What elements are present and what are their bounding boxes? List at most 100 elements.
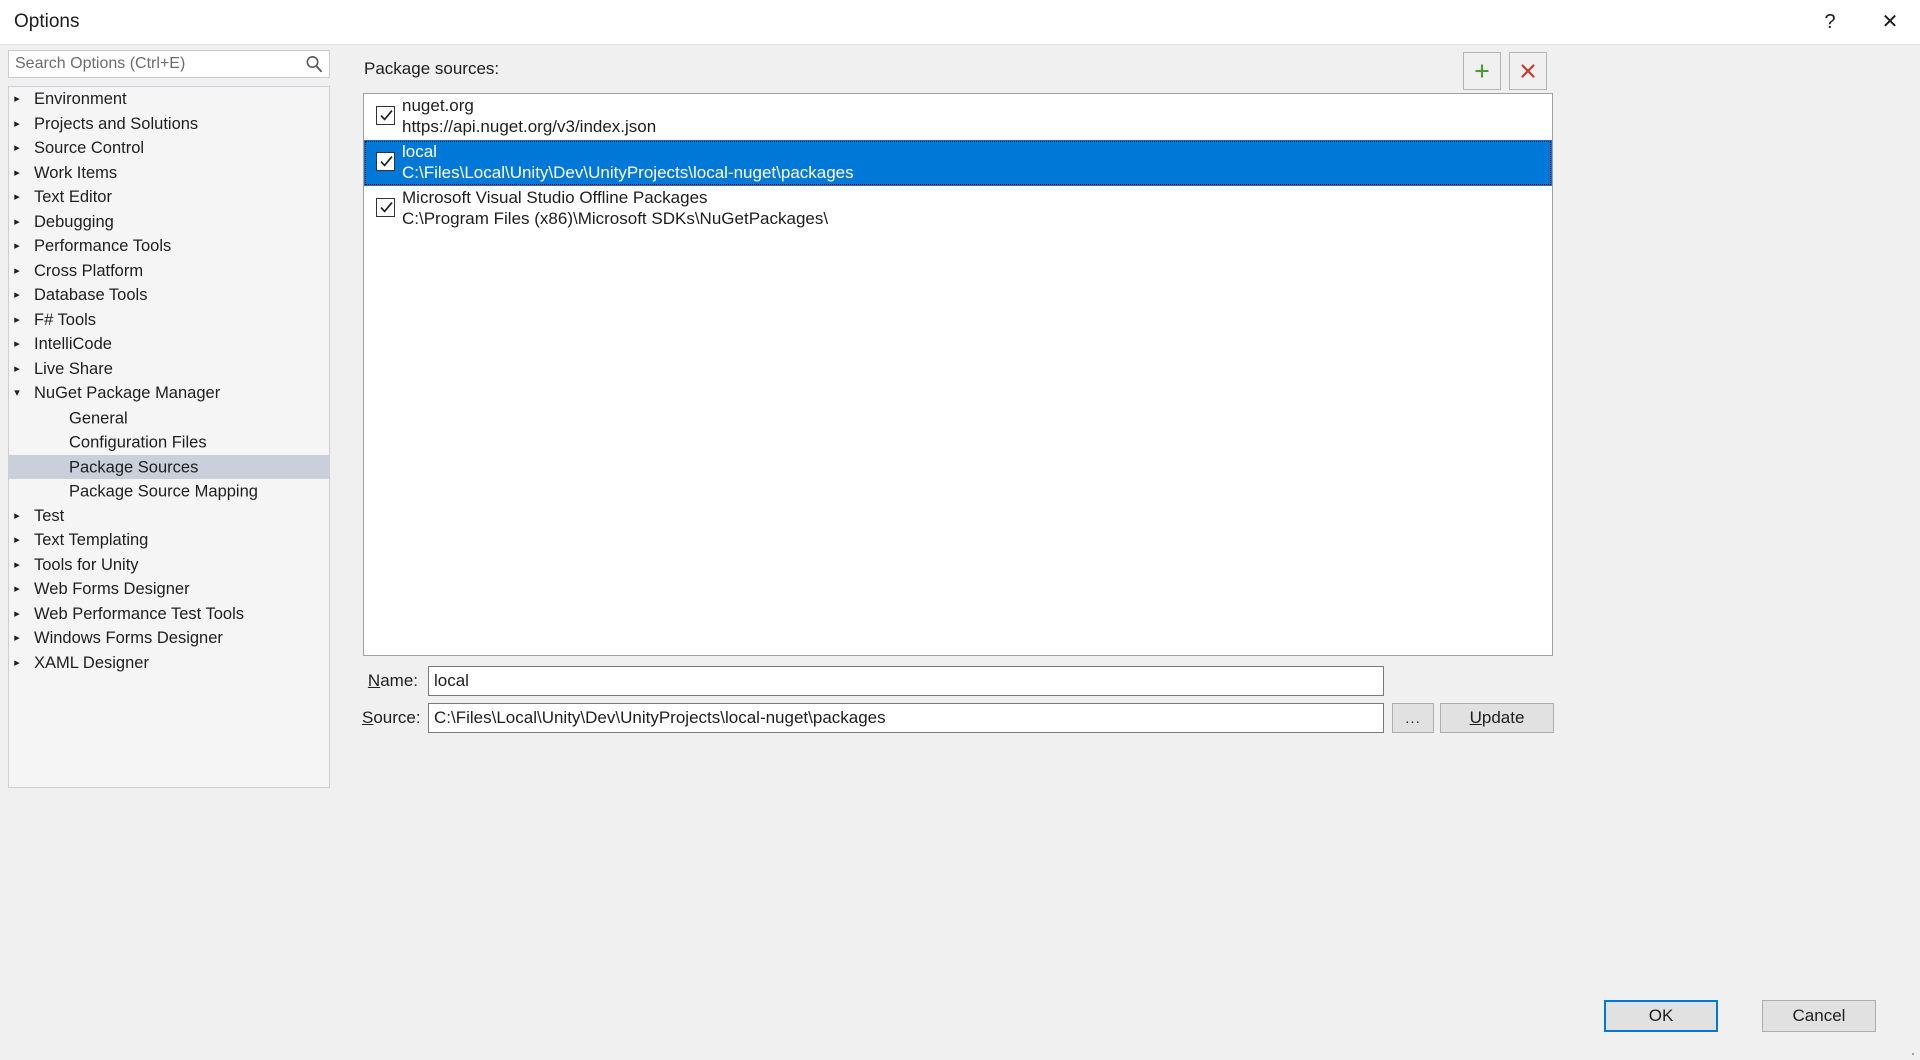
update-button[interactable]: Update <box>1440 703 1554 733</box>
chevron-right-icon[interactable]: ▸ <box>9 283 25 308</box>
chevron-right-icon[interactable]: ▸ <box>9 234 25 259</box>
tree-item-web-forms-designer[interactable]: ▸ Web Forms Designer <box>9 577 329 602</box>
package-source-url: C:\Files\Local\Unity\Dev\UnityProjects\l… <box>402 163 854 182</box>
package-sources-list[interactable]: nuget.org https://api.nuget.org/v3/index.… <box>363 93 1553 656</box>
chevron-right-icon[interactable]: ▸ <box>9 357 25 382</box>
tree-item-label: Performance Tools <box>34 237 172 256</box>
title-bar: Options ? ✕ <box>0 0 1920 45</box>
tree-item-performance-tools[interactable]: ▸ Performance Tools <box>9 234 329 259</box>
tree-item-label: Database Tools <box>34 286 148 305</box>
tree-item-work-items[interactable]: ▸ Work Items <box>9 161 329 186</box>
tree-item-live-share[interactable]: ▸ Live Share <box>9 357 329 382</box>
options-dialog: Options ? ✕ ▸ Environment ▸ Projects and So… <box>0 0 1920 1060</box>
chevron-right-icon[interactable]: ▸ <box>9 308 25 333</box>
cross-icon <box>1521 64 1535 78</box>
chevron-right-icon[interactable]: ▸ <box>9 161 25 186</box>
tree-item-label: Projects and Solutions <box>34 114 199 133</box>
tree-item-xaml-designer[interactable]: ▸ XAML Designer <box>9 651 329 676</box>
chevron-right-icon[interactable]: ▸ <box>9 185 25 210</box>
tree-item-test[interactable]: ▸ Test <box>9 504 329 529</box>
chevron-right-icon[interactable]: ▸ <box>9 651 25 676</box>
tree-item-f-tools[interactable]: ▸ F# Tools <box>9 308 329 333</box>
search-input[interactable] <box>9 51 301 77</box>
close-icon: ✕ <box>1881 11 1899 33</box>
source-label-suffix: ource: <box>373 708 421 727</box>
tree-item-label: Web Performance Test Tools <box>34 604 245 623</box>
tree-item-label: Text Templating <box>34 531 149 550</box>
browse-button[interactable]: ... <box>1392 703 1434 733</box>
tree-item-label: Debugging <box>34 212 114 231</box>
checkmark-icon <box>380 110 393 121</box>
options-tree[interactable]: ▸ Environment ▸ Projects and Solutions ▸ Sour… <box>8 86 330 788</box>
name-input[interactable] <box>428 666 1384 696</box>
tree-item-general[interactable]: General <box>9 406 329 431</box>
name-label: Name: <box>362 671 418 691</box>
cancel-button[interactable]: Cancel <box>1762 1000 1876 1032</box>
tree-item-windows-forms-designer[interactable]: ▸ Windows Forms Designer <box>9 626 329 651</box>
package-source-row[interactable]: local C:\Files\Local\Unity\Dev\UnityProje… <box>364 140 1552 186</box>
tree-item-intellicode[interactable]: ▸ IntelliCode <box>9 332 329 357</box>
tree-item-package-sources[interactable]: Package Sources <box>9 454 329 479</box>
checkmark-icon <box>380 156 393 167</box>
close-button[interactable]: ✕ <box>1862 0 1918 44</box>
package-source-checkbox[interactable] <box>376 106 395 125</box>
remove-package-source-button[interactable] <box>1509 52 1547 90</box>
tree-item-configuration-files[interactable]: Configuration Files <box>9 430 329 455</box>
chevron-right-icon[interactable]: ▸ <box>9 136 25 161</box>
chevron-right-icon[interactable]: ▸ <box>9 210 25 235</box>
source-input[interactable] <box>428 703 1384 733</box>
question-mark-icon: ? <box>1824 11 1836 33</box>
tree-item-source-control[interactable]: ▸ Source Control <box>9 136 329 161</box>
add-package-source-button[interactable] <box>1463 52 1501 90</box>
chevron-down-icon[interactable]: ▾ <box>9 381 25 406</box>
plus-icon <box>1475 64 1489 78</box>
update-label-accel: U <box>1469 708 1482 727</box>
help-button[interactable]: ? <box>1802 0 1858 44</box>
chevron-right-icon[interactable]: ▸ <box>9 87 25 112</box>
package-source-checkbox[interactable] <box>376 152 395 171</box>
tree-item-text-editor[interactable]: ▸ Text Editor <box>9 185 329 210</box>
chevron-right-icon[interactable]: ▸ <box>9 553 25 578</box>
tree-item-debugging[interactable]: ▸ Debugging <box>9 210 329 235</box>
tree-item-label: NuGet Package Manager <box>34 384 221 403</box>
tree-item-label: Package Sources <box>69 457 199 476</box>
chevron-right-icon[interactable]: ▸ <box>9 577 25 602</box>
tree-item-label: Test <box>34 506 65 525</box>
tree-item-label: Configuration Files <box>69 433 207 452</box>
tree-item-label: Windows Forms Designer <box>34 629 223 648</box>
chevron-right-icon[interactable]: ▸ <box>9 259 25 284</box>
package-source-url: C:\Program Files (x86)\Microsoft SDKs\Nu… <box>402 209 829 228</box>
search-icon[interactable] <box>303 53 325 75</box>
package-source-checkbox[interactable] <box>376 198 395 217</box>
tree-item-label: Tools for Unity <box>34 555 139 574</box>
tree-item-label: Text Editor <box>34 188 112 207</box>
package-source-row[interactable]: nuget.org https://api.nuget.org/v3/index.… <box>364 94 1552 140</box>
package-source-row[interactable]: Microsoft Visual Studio Offline Packages… <box>364 186 1552 232</box>
chevron-right-icon[interactable]: ▸ <box>9 112 25 137</box>
ok-button[interactable]: OK <box>1604 1000 1718 1032</box>
tree-item-text-templating[interactable]: ▸ Text Templating <box>9 528 329 553</box>
tree-item-projects-and-solutions[interactable]: ▸ Projects and Solutions <box>9 112 329 137</box>
tree-item-web-performance-test-tools[interactable]: ▸ Web Performance Test Tools <box>9 602 329 627</box>
tree-item-label: IntelliCode <box>34 335 112 354</box>
name-label-suffix: ame: <box>380 671 418 690</box>
tree-item-label: Package Source Mapping <box>69 482 258 501</box>
tree-item-cross-platform[interactable]: ▸ Cross Platform <box>9 259 329 284</box>
chevron-right-icon[interactable]: ▸ <box>9 602 25 627</box>
tree-item-package-source-mapping[interactable]: Package Source Mapping <box>9 479 329 504</box>
tree-item-database-tools[interactable]: ▸ Database Tools <box>9 283 329 308</box>
update-label-suffix: pdate <box>1481 708 1525 727</box>
chevron-right-icon[interactable]: ▸ <box>9 504 25 529</box>
chevron-right-icon[interactable]: ▸ <box>9 626 25 651</box>
chevron-right-icon[interactable]: ▸ <box>9 332 25 357</box>
tree-item-label: Cross Platform <box>34 261 144 280</box>
tree-item-label: Environment <box>34 90 127 109</box>
tree-item-nuget-package-manager[interactable]: ▾ NuGet Package Manager <box>9 381 329 406</box>
resize-grip[interactable] <box>1904 1045 1916 1057</box>
tree-item-label: Work Items <box>34 163 118 182</box>
chevron-right-icon[interactable]: ▸ <box>9 528 25 553</box>
search-box[interactable] <box>8 50 330 78</box>
package-source-name: Microsoft Visual Studio Offline Packages <box>402 188 708 207</box>
tree-item-tools-for-unity[interactable]: ▸ Tools for Unity <box>9 553 329 578</box>
tree-item-environment[interactable]: ▸ Environment <box>9 87 329 112</box>
